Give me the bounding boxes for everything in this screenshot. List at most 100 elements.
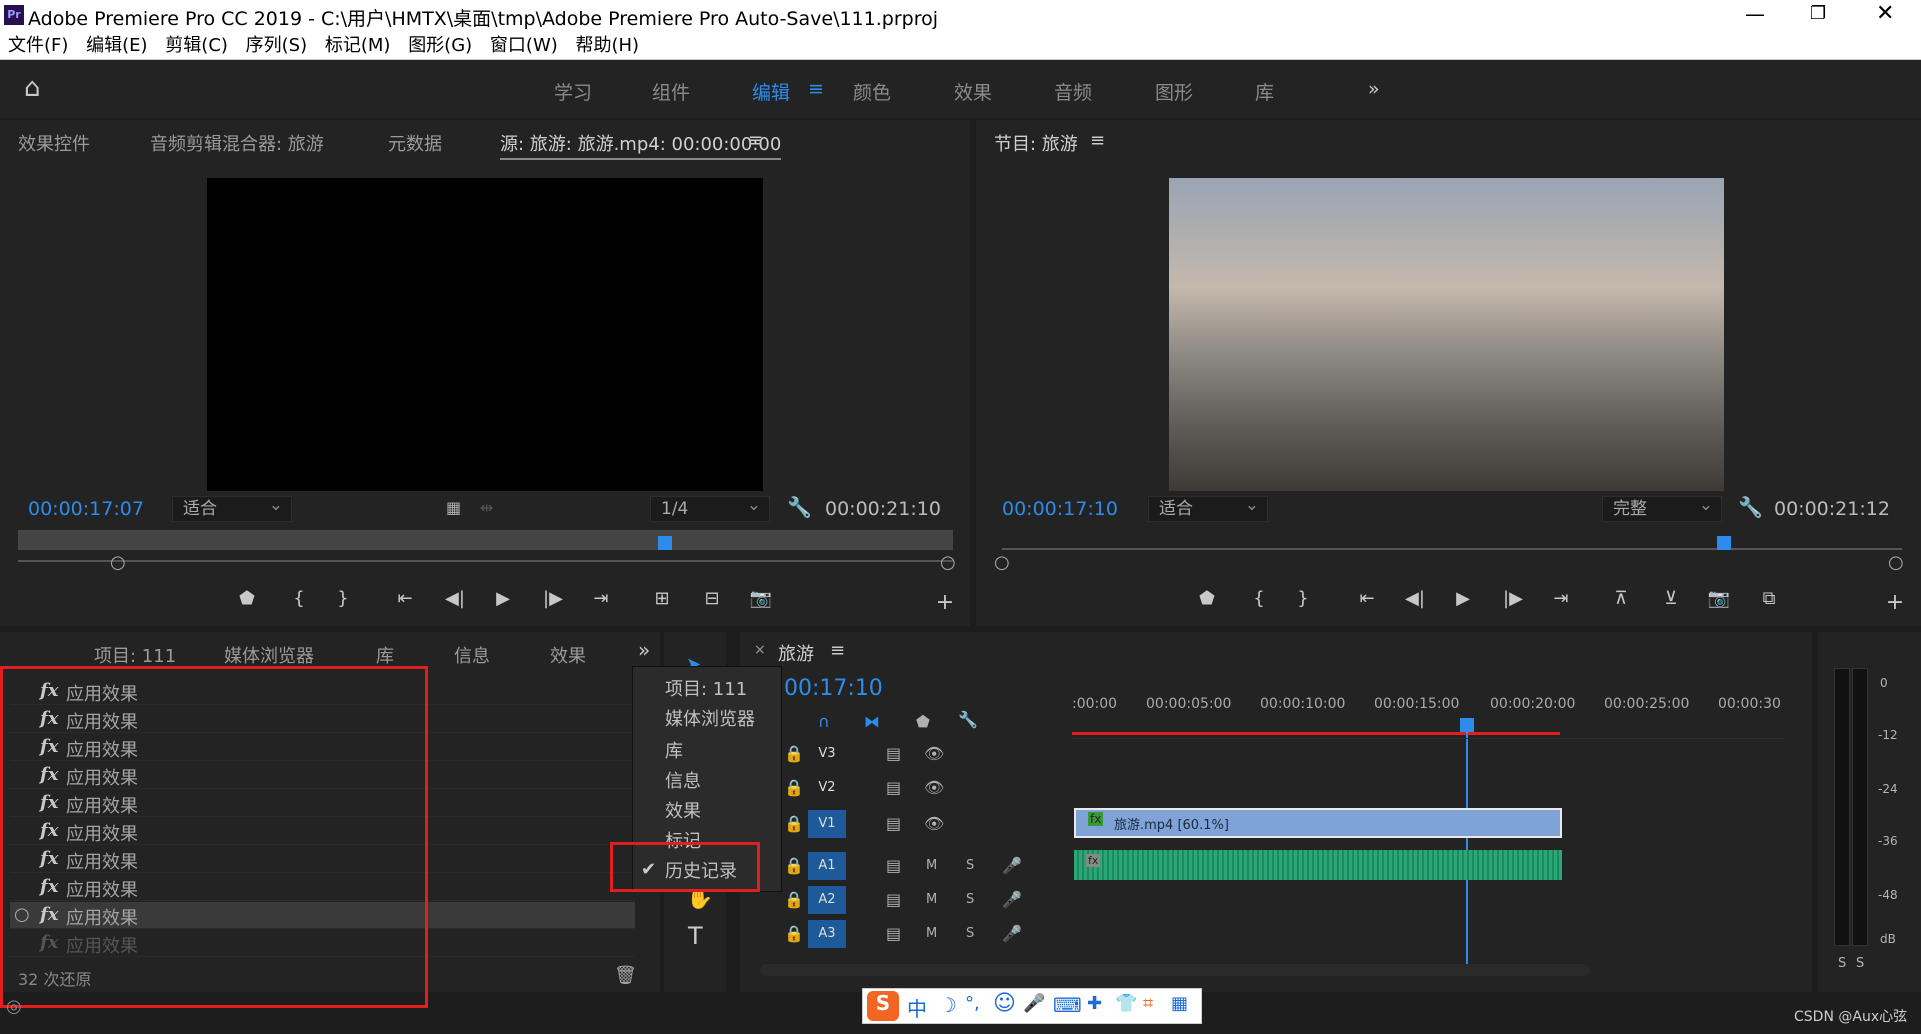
close-icon[interactable]: ✕	[1876, 1, 1894, 26]
mute-button[interactable]: M	[926, 858, 937, 873]
source-settings-icon[interactable]: ▦	[446, 498, 461, 517]
ime-keyboard-icon[interactable]: ⌨	[1053, 993, 1082, 1017]
timeline-playhead-handle-icon[interactable]	[1460, 718, 1474, 732]
source-mark-out-icon[interactable]: }	[328, 588, 358, 609]
audio-clip[interactable]: fx	[1074, 850, 1562, 880]
source-wrench-icon[interactable]: 🔧	[787, 495, 812, 519]
source-step-back-icon[interactable]: ◀|	[440, 588, 470, 609]
source-step-forward-icon[interactable]: |▶	[538, 588, 568, 609]
source-zoom-scrollbar[interactable]	[18, 560, 953, 562]
tab-info[interactable]: 信息	[454, 642, 490, 668]
source-zoom-handle-right[interactable]: ○	[940, 552, 956, 573]
tab-program[interactable]: 节目: 旅游	[994, 130, 1078, 156]
program-wrench-icon[interactable]: 🔧	[1738, 495, 1763, 519]
tab-source[interactable]: 源: 旅游: 旅游.mp4: 00:00:00:00	[500, 130, 782, 160]
program-extract-icon[interactable]: ⊻	[1656, 588, 1686, 609]
ime-tools-icon[interactable]: ✚	[1087, 993, 1102, 1014]
track-lock-icon[interactable]: 🔒	[784, 890, 804, 909]
timeline-horizontal-scrollbar[interactable]	[760, 964, 1590, 976]
track-lock-icon[interactable]: 🔒	[784, 814, 804, 833]
ime-grid-icon[interactable]: ▦	[1171, 993, 1188, 1014]
tab-audio-clip-mixer[interactable]: 音频剪辑混合器: 旅游	[150, 130, 324, 156]
source-zoom-handle-left[interactable]: ○	[110, 552, 126, 573]
menu-clip[interactable]: 剪辑(C)	[165, 32, 228, 60]
track-a3-label[interactable]: A3	[808, 920, 846, 948]
track-a1-label[interactable]: A1	[808, 852, 846, 880]
workspace-color[interactable]: 颜色	[853, 78, 891, 105]
tab-timeline-sequence[interactable]: 旅游	[778, 640, 814, 666]
program-mark-in-icon[interactable]: {	[1244, 588, 1274, 609]
meter-solo-button[interactable]: S	[1856, 956, 1864, 971]
minimize-icon[interactable]: —	[1745, 2, 1765, 26]
menu-marker[interactable]: 标记(M)	[325, 32, 391, 60]
menu-sequence[interactable]: 序列(S)	[246, 32, 307, 60]
menu-item-media-browser[interactable]: 媒体浏览器	[665, 705, 755, 731]
source-resolution-dropdown[interactable]: 1/4	[650, 493, 770, 522]
menu-window[interactable]: 窗口(W)	[490, 32, 558, 60]
program-panel-menu-icon[interactable]: ≡	[1090, 130, 1105, 151]
source-add-button-icon[interactable]: +	[930, 590, 960, 615]
mute-button[interactable]: M	[926, 892, 937, 907]
program-fit-dropdown[interactable]: 适合	[1148, 493, 1268, 522]
eye-icon[interactable]: 👁	[924, 814, 944, 833]
restore-icon[interactable]: ❐	[1810, 3, 1826, 24]
ime-moon-icon[interactable]: ☽	[939, 993, 957, 1017]
workspace-assembly[interactable]: 组件	[652, 78, 690, 105]
tab-metadata[interactable]: 元数据	[388, 130, 442, 156]
source-current-timecode[interactable]: 00:00:17:07	[28, 498, 144, 520]
ime-emoji-icon[interactable]: ☺	[993, 991, 1016, 1016]
track-v1-label[interactable]: V1	[808, 810, 846, 838]
timeline-wrench-icon[interactable]: 🔧	[958, 710, 978, 729]
solo-button[interactable]: S	[966, 858, 974, 873]
ime-skin-icon[interactable]: 👕	[1115, 993, 1137, 1014]
microphone-icon[interactable]: 🎤	[1002, 924, 1022, 943]
solo-button[interactable]: S	[966, 926, 974, 941]
tab-libraries[interactable]: 库	[376, 642, 394, 668]
trash-icon[interactable]: 🗑	[614, 965, 637, 986]
source-go-to-out-icon[interactable]: ⇥	[586, 588, 616, 609]
microphone-icon[interactable]: 🎤	[1002, 856, 1022, 875]
program-add-button-icon[interactable]: +	[1880, 590, 1910, 615]
program-playhead-icon[interactable]	[1717, 536, 1731, 550]
source-export-frame-icon[interactable]: 📷	[746, 588, 776, 609]
type-tool-icon[interactable]: T	[688, 922, 703, 950]
track-lock-icon[interactable]: 🔒	[784, 924, 804, 943]
timeline-close-icon[interactable]: ×	[754, 642, 766, 658]
menu-file[interactable]: 文件(F)	[8, 32, 68, 60]
program-quality-dropdown[interactable]: 完整	[1602, 493, 1722, 522]
workspace-libraries[interactable]: 库	[1255, 78, 1274, 105]
track-a2-label[interactable]: A2	[808, 886, 846, 914]
ime-chinese-mode[interactable]: 中	[907, 993, 927, 1022]
source-mark-in-icon[interactable]: {	[284, 588, 314, 609]
linked-selection-icon[interactable]: ⧓	[864, 712, 880, 731]
workspace-overflow-icon[interactable]: »	[1368, 78, 1380, 100]
microphone-icon[interactable]: 🎤	[1002, 890, 1022, 909]
toggle-sync-icon[interactable]: ▤	[886, 856, 901, 875]
track-v3-label[interactable]: V3	[808, 740, 846, 768]
menu-item-info[interactable]: 信息	[665, 767, 701, 793]
program-scrub-bar[interactable]	[1002, 548, 1902, 550]
workspace-audio[interactable]: 音频	[1054, 78, 1092, 105]
toggle-sync-icon[interactable]: ▤	[886, 814, 901, 833]
source-playhead-icon[interactable]	[658, 536, 672, 550]
source-play-icon[interactable]: ▶	[488, 588, 518, 609]
menu-graphics[interactable]: 图形(G)	[408, 32, 472, 60]
workspace-graphics[interactable]: 图形	[1155, 78, 1193, 105]
video-clip[interactable]: fx 旅游.mp4 [60.1%]	[1074, 808, 1562, 838]
workspace-editing[interactable]: 编辑	[752, 78, 790, 105]
program-current-timecode[interactable]: 00:00:17:10	[1002, 498, 1118, 520]
program-add-marker-icon[interactable]: ⬟	[1192, 588, 1222, 609]
source-insert-icon[interactable]: ⇹	[480, 498, 493, 517]
program-step-forward-icon[interactable]: |▶	[1498, 588, 1528, 609]
program-step-back-icon[interactable]: ◀|	[1400, 588, 1430, 609]
home-icon[interactable]: ⌂	[24, 73, 41, 103]
menu-item-effects[interactable]: 效果	[665, 797, 701, 823]
workspace-menu-icon[interactable]: ≡	[808, 78, 824, 100]
menu-item-project[interactable]: 项目: 111	[665, 675, 747, 701]
track-lock-icon[interactable]: 🔒	[784, 856, 804, 875]
track-lock-icon[interactable]: 🔒	[784, 744, 804, 763]
program-compare-icon[interactable]: ⧉	[1754, 588, 1784, 609]
workspace-effects[interactable]: 效果	[954, 78, 992, 105]
source-go-to-in-icon[interactable]: ⇤	[390, 588, 420, 609]
source-fit-dropdown[interactable]: 适合	[172, 493, 292, 522]
